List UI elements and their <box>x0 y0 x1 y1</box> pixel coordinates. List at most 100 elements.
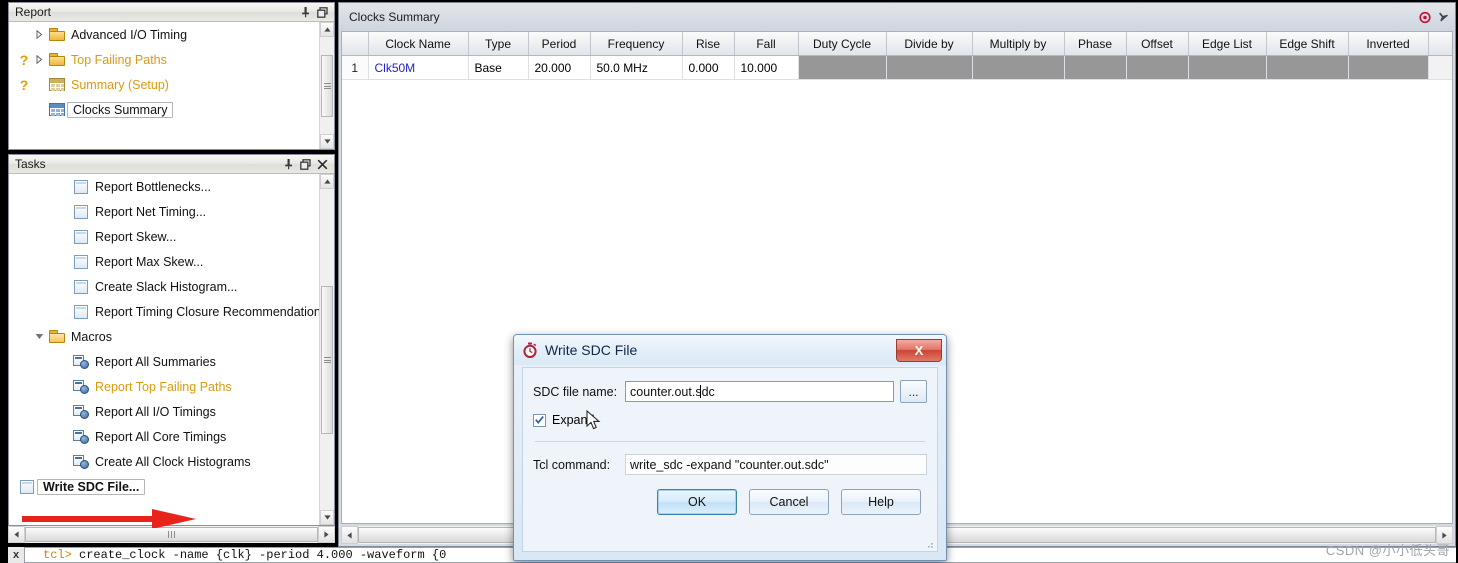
expander-collapsed-icon[interactable] <box>31 30 47 39</box>
task-item-report-bottlenecks[interactable]: Report Bottlenecks... <box>9 174 319 199</box>
auto-hide-pin-icon[interactable] <box>1437 11 1449 24</box>
report-item-advanced-io-timing[interactable]: Advanced I/O Timing <box>9 22 319 47</box>
tab-clocks-summary[interactable]: Clocks Summary <box>345 5 450 29</box>
task-item-report-all-io-timings[interactable]: Report All I/O Timings <box>9 399 319 424</box>
ok-button[interactable]: OK <box>657 489 737 515</box>
expand-checkbox-row[interactable]: Expand <box>533 413 927 427</box>
task-item-label: Report Skew... <box>95 229 177 244</box>
dialog-close-button[interactable]: X <box>896 338 942 362</box>
report-panel-title: Report <box>15 5 52 19</box>
tcl-command-row: Tcl command: write_sdc -expand "counter.… <box>533 454 927 475</box>
page-icon <box>17 479 37 494</box>
report-tree[interactable]: Advanced I/O Timing ? Top Failing Paths … <box>9 22 319 149</box>
dialog-titlebar: Write SDC File X <box>514 335 946 365</box>
cell-divide-by <box>886 55 973 80</box>
console-close-icon[interactable]: x <box>8 547 24 563</box>
col-header-edge-list[interactable]: Edge List <box>1188 32 1267 56</box>
task-item-report-net-timing[interactable]: Report Net Timing... <box>9 199 319 224</box>
hscroll-track[interactable] <box>25 526 318 543</box>
report-scroll-thumb[interactable] <box>321 55 333 117</box>
task-item-report-skew[interactable]: Report Skew... <box>9 224 319 249</box>
col-header-type[interactable]: Type <box>468 32 529 56</box>
help-question-icon: ? <box>19 51 29 68</box>
expander-expanded-icon[interactable] <box>31 333 47 340</box>
restore-icon[interactable] <box>316 6 328 19</box>
col-header-clock-name[interactable]: Clock Name <box>368 32 469 56</box>
resize-grip-icon[interactable] <box>924 539 934 549</box>
task-item-label: Create All Clock Histograms <box>95 454 251 469</box>
hscroll-thumb[interactable] <box>25 527 318 542</box>
tasks-vertical-scrollbar[interactable] <box>319 174 334 525</box>
left-black-strip <box>0 0 8 563</box>
scroll-down-arrow-icon[interactable] <box>320 134 334 149</box>
dialog-body: SDC file name: counter.out.sdc ... Expan… <box>522 367 938 552</box>
page-icon <box>71 229 91 244</box>
report-item-top-failing-paths[interactable]: ? Top Failing Paths <box>9 47 319 72</box>
col-header-rownum[interactable] <box>342 32 369 56</box>
tasks-tree[interactable]: Report Bottlenecks... Report Net Timing.… <box>9 174 319 525</box>
scroll-up-arrow-icon[interactable] <box>320 22 334 37</box>
browse-button[interactable]: ... <box>900 380 927 403</box>
task-item-report-top-failing-paths[interactable]: Report Top Failing Paths <box>9 374 319 399</box>
col-header-edge-shift[interactable]: Edge Shift <box>1266 32 1349 56</box>
col-header-phase[interactable]: Phase <box>1064 32 1127 56</box>
col-header-multiply-by[interactable]: Multiply by <box>972 32 1065 56</box>
col-header-frequency[interactable]: Frequency <box>590 32 683 56</box>
tasks-horizontal-scrollbar[interactable] <box>8 526 335 543</box>
tasks-scroll-thumb[interactable] <box>321 286 333 434</box>
col-header-offset[interactable]: Offset <box>1126 32 1189 56</box>
col-header-divide-by[interactable]: Divide by <box>886 32 973 56</box>
task-item-report-timing-closure[interactable]: Report Timing Closure Recommendations... <box>9 299 319 324</box>
locate-target-icon[interactable] <box>1419 11 1431 24</box>
cell-clock-name[interactable]: Clk50M <box>368 55 469 80</box>
cell-phase <box>1064 55 1127 80</box>
task-group-macros[interactable]: Macros <box>9 324 319 349</box>
page-icon <box>71 204 91 219</box>
task-item-report-all-summaries[interactable]: Report All Summaries <box>9 349 319 374</box>
restore-icon[interactable] <box>299 158 311 171</box>
cancel-button[interactable]: Cancel <box>749 489 829 515</box>
macro-icon <box>71 354 91 369</box>
report-panel-titlebar: Report <box>9 3 334 22</box>
scroll-down-arrow-icon[interactable] <box>320 510 334 525</box>
table-row[interactable]: 1 Clk50M Base 20.000 50.0 MHz 0.000 10.0… <box>342 55 1452 80</box>
report-panel-body: Advanced I/O Timing ? Top Failing Paths … <box>9 22 334 149</box>
scroll-left-arrow-icon[interactable] <box>8 526 25 543</box>
scroll-left-arrow-icon[interactable] <box>341 526 358 544</box>
help-question-icon: ? <box>19 76 29 93</box>
report-item-clocks-summary[interactable]: Clocks Summary <box>9 97 319 122</box>
report-vertical-scrollbar[interactable] <box>319 22 334 149</box>
task-item-label: Report Top Failing Paths <box>95 379 232 394</box>
pin-icon[interactable] <box>282 158 294 171</box>
scroll-up-arrow-icon[interactable] <box>320 174 334 189</box>
col-header-fall[interactable]: Fall <box>734 32 799 56</box>
cell-edge-list <box>1188 55 1267 80</box>
col-header-period[interactable]: Period <box>528 32 591 56</box>
task-item-create-all-clock-histograms[interactable]: Create All Clock Histograms <box>9 449 319 474</box>
task-item-label: Macros <box>71 329 112 344</box>
col-header-rise[interactable]: Rise <box>682 32 735 56</box>
scroll-right-arrow-icon[interactable] <box>318 526 335 543</box>
expander-collapsed-icon[interactable] <box>31 55 47 64</box>
folder-open-icon <box>47 330 67 343</box>
write-sdc-file-dialog: Write SDC File X SDC file name: counter.… <box>513 334 947 561</box>
col-header-master[interactable]: Master <box>1428 32 1452 56</box>
sdc-file-name-value: counter.out.sdc <box>630 384 715 399</box>
expand-checkbox[interactable] <box>533 413 546 427</box>
col-header-inverted[interactable]: Inverted <box>1348 32 1429 56</box>
close-icon[interactable] <box>316 158 328 171</box>
help-button[interactable]: Help <box>841 489 921 515</box>
task-item-write-sdc-file[interactable]: Write SDC File... <box>9 474 319 499</box>
tasks-panel-title: Tasks <box>15 157 46 171</box>
report-item-summary-setup[interactable]: ? Summary (Setup) <box>9 72 319 97</box>
application-window: Report Advanced I/O Timing ? Top Failing… <box>0 0 1458 563</box>
sdc-file-name-input[interactable]: counter.out.sdc <box>625 381 894 402</box>
col-header-duty-cycle[interactable]: Duty Cycle <box>798 32 887 56</box>
task-item-create-slack-histogram[interactable]: Create Slack Histogram... <box>9 274 319 299</box>
watermark-text: CSDN @小小低头哥 <box>1325 543 1450 558</box>
task-item-report-all-core-timings[interactable]: Report All Core Timings <box>9 424 319 449</box>
task-item-label: Report All Core Timings <box>95 429 227 444</box>
report-item-label: Summary (Setup) <box>71 77 169 92</box>
pin-icon[interactable] <box>299 6 311 19</box>
task-item-report-max-skew[interactable]: Report Max Skew... <box>9 249 319 274</box>
